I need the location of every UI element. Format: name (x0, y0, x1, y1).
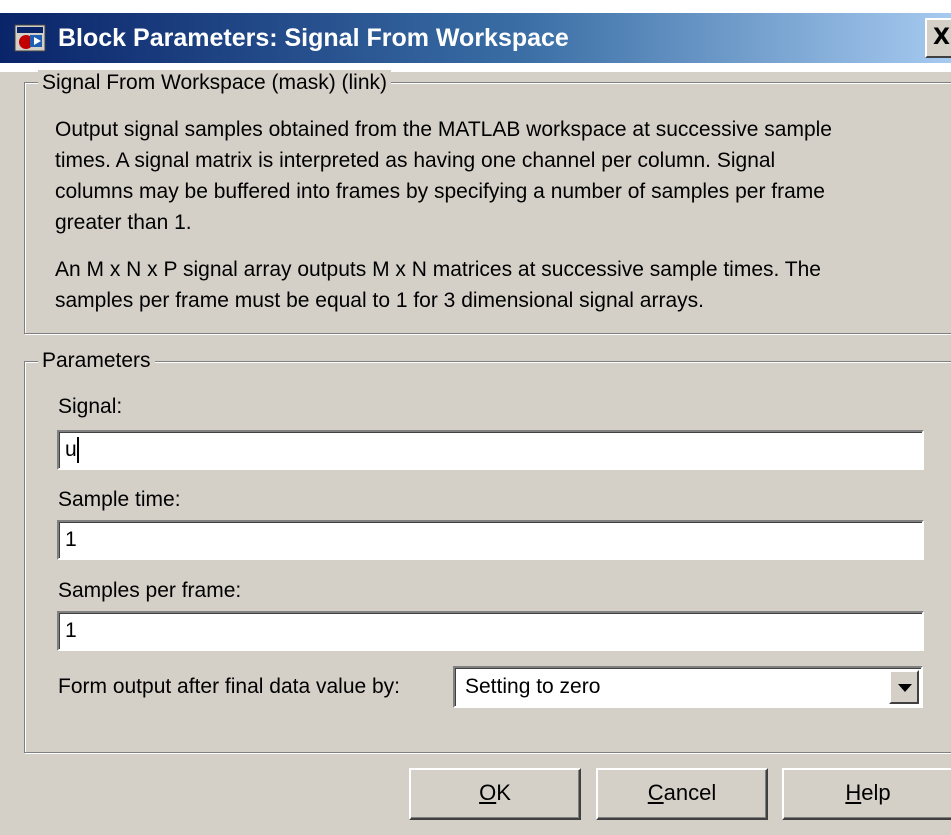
sample-time-input[interactable] (57, 520, 924, 560)
sample-time-label: Sample time: (58, 488, 181, 511)
cancel-label-rest: ancel (663, 780, 717, 805)
form-output-label: Form output after final data value by: (58, 675, 401, 698)
close-button[interactable]: X (925, 18, 951, 58)
text-caret (77, 437, 79, 463)
ok-label-rest: K (496, 780, 511, 805)
title-bar-area: Block Parameters: Signal From Workspace … (0, 0, 951, 72)
help-label-rest: elp (861, 780, 891, 805)
title-bar[interactable]: Block Parameters: Signal From Workspace (0, 13, 951, 63)
form-output-selected-value: Setting to zero (465, 675, 601, 698)
ok-button[interactable]: OK (409, 768, 581, 820)
description-line: columns may be buffered into frames by s… (55, 180, 825, 203)
form-output-select[interactable]: Setting to zero (453, 666, 923, 708)
parameters-group-legend: Parameters (38, 348, 155, 374)
signal-input[interactable] (57, 430, 924, 470)
block-parameters-dialog: Block Parameters: Signal From Workspace … (0, 0, 951, 835)
description-line: Output signal samples obtained from the … (55, 118, 832, 141)
description-line: samples per frame must be equal to 1 for… (55, 289, 704, 312)
window-title: Block Parameters: Signal From Workspace (58, 24, 569, 52)
samples-per-frame-label: Samples per frame: (58, 579, 242, 602)
samples-per-frame-input[interactable] (57, 611, 924, 651)
cancel-button[interactable]: Cancel (596, 768, 768, 820)
help-button[interactable]: Help (782, 768, 951, 820)
dropdown-button[interactable] (889, 670, 919, 704)
cancel-mnemonic: C (647, 780, 664, 805)
ok-mnemonic: O (479, 780, 497, 805)
signal-label: Signal: (58, 395, 123, 418)
description-line: greater than 1. (55, 211, 192, 234)
mask-group-legend: Signal From Workspace (mask) (link) (38, 70, 392, 96)
chevron-down-icon (898, 684, 912, 692)
help-mnemonic: H (845, 780, 862, 805)
close-icon: X (933, 25, 950, 50)
simulink-block-icon (14, 24, 46, 52)
description-line: times. A signal matrix is interpreted as… (55, 149, 776, 172)
description-line: An M x N x P signal array outputs M x N … (55, 258, 821, 281)
